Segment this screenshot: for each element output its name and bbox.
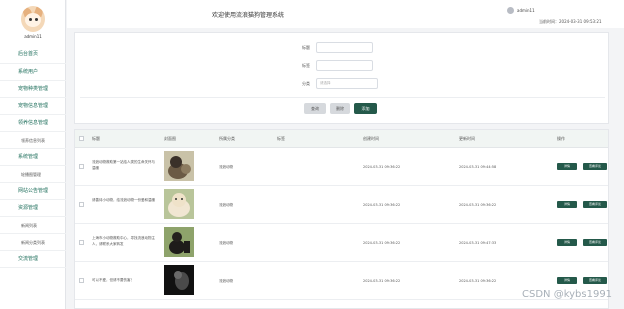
user-icon[interactable] <box>507 7 514 14</box>
news-table: 标题 封面图 所属分类 标签 创建时间 更新时间 操作 流浪动物救助第一站给人类… <box>74 129 609 309</box>
view-comments-button[interactable]: 查看评论 <box>583 163 607 170</box>
row-updated: 2024-03-31 09:44:58 <box>459 165 497 169</box>
avatar[interactable] <box>21 6 45 32</box>
row-title: 可以不爱，但请不要伤害！ <box>92 278 134 282</box>
sidebar-item-carousel[interactable]: 轮播图管理 <box>0 166 66 183</box>
row-category: 流浪动物 <box>219 241 233 245</box>
row-checkbox[interactable] <box>79 278 84 283</box>
sidebar-item-forum[interactable]: 交流管理 <box>0 251 66 268</box>
header-username[interactable]: admin11 <box>517 8 535 13</box>
sidebar-item-home[interactable]: 后台首页 <box>0 44 66 64</box>
row-updated: 2024-03-31 09:36:22 <box>459 203 497 207</box>
current-time: 当前时间：2024-03-31 09:53:21 <box>539 19 601 25</box>
detail-button[interactable]: 详情 <box>557 277 577 284</box>
time-value: 2024-03-31 09:53:21 <box>559 19 602 24</box>
sidebar-menu: 后台首页 系统用户 宠物种类管理 宠物信息管理 领养信息管理 领养信息列表 系统… <box>0 44 66 268</box>
row-cover-image <box>164 189 194 219</box>
avatar-eye-right <box>35 18 38 21</box>
tag-label: 标签 <box>302 63 310 68</box>
th-actions: 操作 <box>557 136 565 141</box>
row-checkbox[interactable] <box>79 202 84 207</box>
sidebar-item-system[interactable]: 系统管理 <box>0 149 66 166</box>
detail-button[interactable]: 详情 <box>557 239 577 246</box>
th-created[interactable]: 创建时间 <box>363 136 379 142</box>
row-category: 流浪动物 <box>219 203 233 207</box>
row-checkbox[interactable] <box>79 240 84 245</box>
row-title: 请善待小动物，给流浪动物一份爱和温暖 <box>92 198 155 202</box>
row-created: 2024-03-31 09:36:22 <box>363 165 401 169</box>
app-frame: admin11 后台首页 系统用户 宠物种类管理 宠物信息管理 领养信息管理 领… <box>0 0 624 309</box>
select-all-checkbox[interactable] <box>79 136 84 141</box>
row-updated: 2024-03-31 09:47:33 <box>459 241 497 245</box>
sidebar-username: admin11 <box>24 34 42 39</box>
sidebar-item-users[interactable]: 系统用户 <box>0 64 66 81</box>
row-title: 流浪动物救助第一站给人类的生命关怀与温暖 <box>92 160 155 170</box>
sidebar-item-pet-info[interactable]: 宠物信息管理 <box>0 98 66 115</box>
th-tag: 标签 <box>277 136 285 141</box>
sidebar: admin11 后台首页 系统用户 宠物种类管理 宠物信息管理 领养信息管理 领… <box>0 0 66 309</box>
row-cover-image <box>164 227 194 257</box>
row-cover-image <box>164 265 194 295</box>
panel-divider <box>80 97 605 98</box>
view-comments-button[interactable]: 查看评论 <box>583 201 607 208</box>
avatar-face <box>25 13 41 27</box>
tag-input[interactable] <box>316 60 373 71</box>
detail-button[interactable]: 详情 <box>557 201 577 208</box>
table-header: 标题 封面图 所属分类 标签 创建时间 更新时间 操作 <box>75 130 608 148</box>
avatar-eye-left <box>29 18 32 21</box>
row-category: 流浪动物 <box>219 165 233 169</box>
row-checkbox[interactable] <box>79 164 84 169</box>
system-title: 欢迎使用流浪猫狗管理系统 <box>212 12 285 19</box>
detail-button[interactable]: 详情 <box>557 163 577 170</box>
query-button[interactable]: 查询 <box>304 103 326 114</box>
top-header: 欢迎使用流浪猫狗管理系统 admin11 当前时间：2024-03-31 09:… <box>67 0 624 28</box>
row-created: 2024-03-31 09:36:22 <box>363 241 401 245</box>
th-updated[interactable]: 更新时间 <box>459 136 475 142</box>
sidebar-item-news-category[interactable]: 新闻分类列表 <box>0 234 66 251</box>
sidebar-item-adoption-list[interactable]: 领养信息列表 <box>0 132 66 149</box>
sidebar-item-notice[interactable]: 网站公告管理 <box>0 183 66 200</box>
category-label: 分类 <box>302 81 310 86</box>
add-button[interactable]: 添加 <box>354 103 377 114</box>
title-label: 标题 <box>302 45 310 50</box>
table-row: 流浪动物救助第一站给人类的生命关怀与温暖 流浪动物 2024-03-31 09:… <box>75 148 608 186</box>
th-cover: 封面图 <box>164 136 176 141</box>
th-category[interactable]: 所属分类 <box>219 136 235 142</box>
row-title: 上海市小动物救助中心，寻找流浪动物主人，请联系大家转发 <box>92 236 155 246</box>
view-comments-button[interactable]: 查看评论 <box>583 277 607 284</box>
table-row: 上海市小动物救助中心，寻找流浪动物主人，请联系大家转发 流浪动物 2024-03… <box>75 224 608 262</box>
sidebar-item-resources[interactable]: 资源管理 <box>0 200 66 217</box>
watermark: CSDN @kybs1991 <box>522 289 613 300</box>
delete-button[interactable]: 删除 <box>330 103 350 114</box>
sidebar-item-pet-types[interactable]: 宠物种类管理 <box>0 81 66 98</box>
view-comments-button[interactable]: 查看评论 <box>583 239 607 246</box>
row-created: 2024-03-31 09:36:22 <box>363 279 401 283</box>
category-select[interactable]: 请选择 <box>316 78 378 89</box>
sidebar-item-adoption[interactable]: 领养信息管理 <box>0 115 66 132</box>
row-category: 流浪动物 <box>219 279 233 283</box>
table-row: 请善待小动物，给流浪动物一份爱和温暖 流浪动物 2024-03-31 09:36… <box>75 186 608 224</box>
row-updated: 2024-03-31 09:36:22 <box>459 279 497 283</box>
row-cover-image <box>164 151 194 181</box>
time-label: 当前时间： <box>539 19 559 24</box>
sidebar-item-news-list[interactable]: 新闻列表 <box>0 217 66 234</box>
th-title[interactable]: 标题 <box>92 136 100 142</box>
row-created: 2024-03-31 09:36:22 <box>363 203 401 207</box>
title-input[interactable] <box>316 42 373 53</box>
